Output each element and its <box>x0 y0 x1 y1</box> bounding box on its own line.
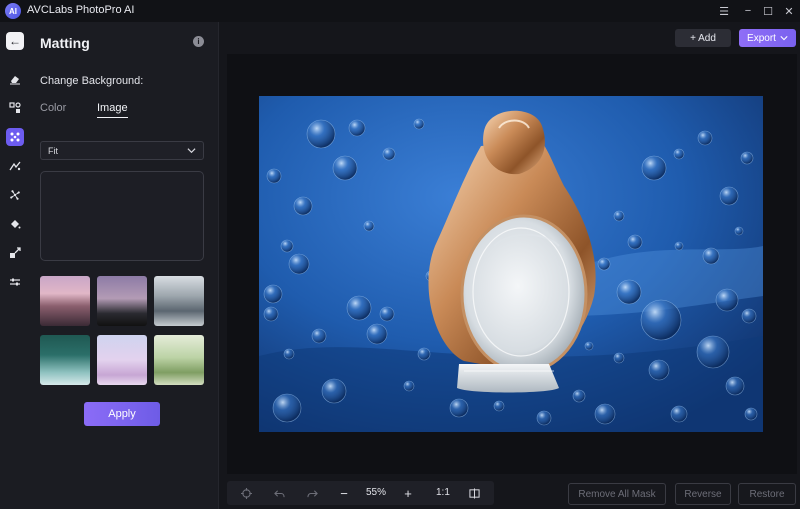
canvas[interactable] <box>227 54 797 474</box>
actual-size-button[interactable]: 1:1 <box>436 487 450 498</box>
pan-icon[interactable] <box>239 486 253 500</box>
undo-icon[interactable] <box>272 486 286 500</box>
apply-button[interactable]: Apply <box>84 402 160 426</box>
tab-image[interactable]: Image <box>97 102 128 118</box>
close-icon[interactable]: ✕ <box>781 3 797 19</box>
panel-title: Matting <box>40 35 90 51</box>
edited-photo[interactable] <box>259 96 763 432</box>
background-image-preview[interactable] <box>40 171 204 261</box>
minimize-icon[interactable]: − <box>740 3 756 19</box>
matting-icon[interactable] <box>6 128 24 146</box>
fit-select[interactable]: Fit <box>40 141 204 160</box>
background-thumbnail-ocean-wave[interactable] <box>40 335 90 385</box>
remove-all-mask-button[interactable]: Remove All Mask <box>568 483 666 505</box>
fit-select-value: Fit <box>48 146 58 156</box>
fan-icon[interactable] <box>6 186 24 204</box>
background-thumbnail-mountain-pink[interactable] <box>40 276 90 326</box>
title-bar: AI AVCLabs PhotoPro AI ☰ − ☐ ✕ <box>0 0 800 22</box>
back-arrow-icon[interactable]: ← <box>6 32 24 50</box>
app-title: AVCLabs PhotoPro AI <box>27 4 135 16</box>
zoom-out-icon[interactable]: − <box>337 486 351 501</box>
object-remove-icon[interactable] <box>6 99 24 117</box>
matting-panel: Matting i Change Background: Color Image… <box>30 22 219 509</box>
info-icon[interactable]: i <box>193 36 204 47</box>
adjust-sliders-icon[interactable] <box>6 273 24 291</box>
menu-icon[interactable]: ☰ <box>716 3 732 19</box>
export-label: Export <box>747 32 776 44</box>
reverse-button[interactable]: Reverse <box>675 483 731 505</box>
tool-rail: ← <box>0 22 30 509</box>
zoom-level: 55% <box>366 487 387 498</box>
maximize-icon[interactable]: ☐ <box>760 3 776 19</box>
tab-color[interactable]: Color <box>40 102 66 117</box>
zoom-in-icon[interactable]: + <box>401 486 415 501</box>
chevron-down-icon <box>187 148 196 154</box>
redo-icon[interactable] <box>305 486 319 500</box>
expand-icon[interactable] <box>6 244 24 262</box>
main-canvas-area: + Add Export − 55% + 1:1 Remove All Mask… <box>220 22 800 509</box>
export-button[interactable]: Export <box>739 29 796 47</box>
background-thumbnail-meadow[interactable] <box>154 335 204 385</box>
compare-icon[interactable] <box>467 486 481 500</box>
app-logo-icon: AI <box>5 3 21 19</box>
bottom-toolbar: − 55% + 1:1 <box>227 481 494 505</box>
chevron-down-icon <box>780 36 788 41</box>
change-background-label: Change Background: <box>40 75 144 87</box>
background-thumbnail-snowy-mountain[interactable] <box>154 276 204 326</box>
enhance-icon[interactable] <box>6 157 24 175</box>
add-button[interactable]: + Add <box>675 29 731 47</box>
eraser-icon[interactable] <box>6 70 24 88</box>
paint-bucket-icon[interactable] <box>6 215 24 233</box>
restore-button[interactable]: Restore <box>738 483 796 505</box>
background-thumbnail-dusk-trees[interactable] <box>97 276 147 326</box>
background-thumbnail-pastel-clouds[interactable] <box>97 335 147 385</box>
